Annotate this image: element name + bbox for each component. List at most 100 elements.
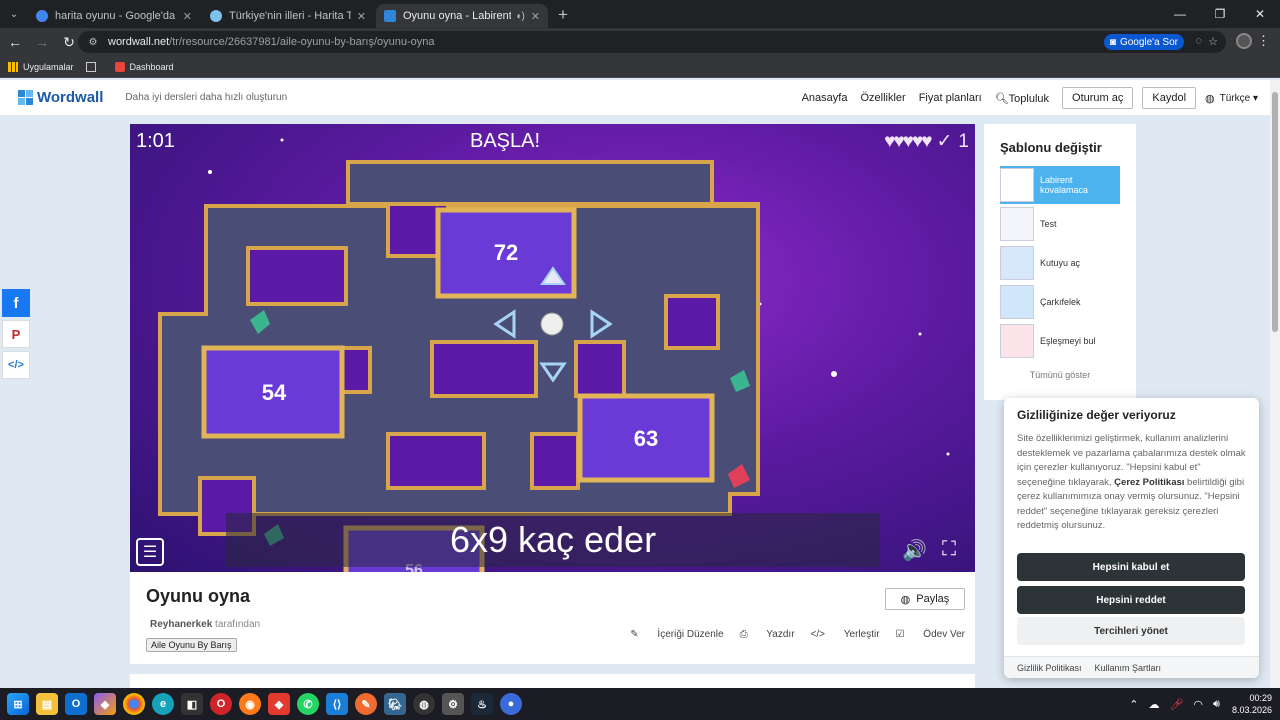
windows-taskbar: ⊞ ▤ O ◆ e ◧ O ◉ ◆ ✆ ⟨⟩ ✎ 🐘︎ ◍ ⚙ ♨ ● ⌃ ☁ …: [0, 688, 1280, 720]
print-button[interactable]: ⎙ Yazdır: [740, 629, 795, 640]
nav-home[interactable]: Anasayfa: [802, 92, 848, 104]
close-tab-icon[interactable]: ✕: [531, 10, 540, 23]
audio-playing-icon[interactable]: ◖): [515, 11, 524, 22]
address-bar[interactable]: ⚙ wordwall.net/tr/resource/26637981/aile…: [78, 31, 1226, 53]
firefox-icon[interactable]: ◉: [239, 693, 261, 715]
manage-preferences-button[interactable]: Tercihleri yönet: [1017, 617, 1245, 645]
page-title: Oyunu oyna: [146, 586, 251, 606]
forward-icon[interactable]: →: [30, 34, 54, 50]
template-maze-chase[interactable]: Labirent kovalamaca: [1000, 166, 1120, 204]
game-canvas[interactable]: 72 54 63 56 1:01 BAŞLA! ♥♥♥♥♥ ✓ 1 6x9 ka…: [130, 124, 975, 572]
privacy-policy-link[interactable]: Gizlilik Politikası: [1017, 663, 1082, 673]
start-icon[interactable]: ⊞: [7, 693, 29, 715]
nav-community[interactable]: 🔍︎Topluluk: [995, 92, 1049, 105]
extra-app-icon[interactable]: ●: [500, 693, 522, 715]
nav-features[interactable]: Özellikler: [860, 92, 905, 104]
settings-icon[interactable]: ⚙: [442, 693, 464, 715]
cookie-consent-dialog: Gizliliğinize değer veriyoruz Site özell…: [1004, 398, 1259, 678]
file-explorer-icon[interactable]: ▤: [36, 693, 58, 715]
eye-off-icon[interactable]: ◌: [1195, 35, 1202, 47]
signup-button[interactable]: Kaydol: [1142, 87, 1197, 109]
bookmark-grid[interactable]: [85, 61, 101, 72]
cookie-policy-link[interactable]: Çerez Politikası: [1114, 477, 1184, 488]
anydesk-icon[interactable]: ◆: [268, 693, 290, 715]
template-thumb: [1000, 207, 1034, 241]
volume-icon[interactable]: 🔊︎: [1213, 698, 1220, 711]
assign-button[interactable]: ☑ Ödev Ver: [896, 629, 965, 640]
copilot-icon[interactable]: ◆: [94, 693, 116, 715]
share-button[interactable]: ◍ Paylaş: [885, 588, 965, 610]
google-ask-button[interactable]: ◙ Google'a Sor: [1103, 34, 1184, 50]
answer-54: 54: [261, 380, 287, 405]
new-tab-button[interactable]: +: [558, 5, 568, 25]
postman-icon[interactable]: ✎: [355, 693, 377, 715]
github-icon[interactable]: ◍: [413, 693, 435, 715]
template-open-box[interactable]: Kutuyu aç: [1000, 244, 1120, 282]
wifi-icon[interactable]: ◠: [1193, 698, 1203, 711]
site-header: Wordwall Daha iyi dersleri daha hızlı ol…: [0, 80, 1270, 116]
dashboard-icon: [114, 61, 125, 72]
author-name[interactable]: Reyhanerkek: [150, 619, 212, 630]
site-info-icon[interactable]: ⚙: [86, 35, 100, 49]
steam-icon[interactable]: ♨: [471, 693, 493, 715]
edge-icon[interactable]: e: [152, 693, 174, 715]
minimize-icon[interactable]: —: [1160, 0, 1200, 28]
bookmark-apps[interactable]: Uygulamalar: [8, 61, 74, 72]
restore-icon[interactable]: ❐: [1200, 0, 1240, 28]
scroll-thumb[interactable]: [1272, 92, 1278, 332]
vscode-icon[interactable]: ⟨⟩: [326, 693, 348, 715]
page-scrollbar[interactable]: [1270, 80, 1280, 688]
globe-icon: ◍: [900, 593, 911, 606]
fullscreen-icon[interactable]: ⛶: [942, 538, 956, 561]
close-tab-icon[interactable]: ✕: [357, 10, 366, 23]
office-icon[interactable]: ◧: [181, 693, 203, 715]
accept-all-button[interactable]: Hepsini kabul et: [1017, 553, 1245, 581]
menu-icon[interactable]: ☰: [136, 538, 164, 566]
template-quiz[interactable]: Test: [1000, 205, 1120, 243]
clock[interactable]: 00:29 8.03.2026: [1232, 692, 1272, 716]
mic-icon[interactable]: 🎤︎: [1169, 698, 1183, 711]
login-button[interactable]: Oturum aç: [1062, 87, 1134, 109]
chrome-icon[interactable]: [123, 693, 145, 715]
answer-63: 63: [633, 426, 659, 451]
onedrive-icon[interactable]: ☁: [1148, 698, 1159, 711]
whatsapp-icon[interactable]: ✆: [297, 693, 319, 715]
terms-link[interactable]: Kullanım Şartları: [1095, 663, 1162, 673]
browser-tab[interactable]: harita oyunu - Google'da Ara ✕: [28, 4, 200, 28]
postgres-icon[interactable]: 🐘︎: [384, 693, 406, 715]
back-icon[interactable]: ←: [3, 34, 27, 50]
system-tray: ⌃ ☁ 🎤︎ ◠ 🔊︎ 00:29 8.03.2026: [1119, 688, 1272, 720]
language-select[interactable]: Türkçe ▾: [1220, 93, 1258, 104]
template-wheel[interactable]: Çarkıfelek: [1000, 283, 1120, 321]
bookmark-star-icon[interactable]: ☆: [1208, 35, 1218, 48]
template-thumb: [1000, 324, 1034, 358]
wordwall-logo[interactable]: Wordwall: [18, 89, 103, 106]
search-icon: 🔍︎: [994, 92, 1009, 105]
activity-tag[interactable]: Aile Oyunu By Barış: [146, 638, 237, 652]
profile-avatar[interactable]: [1236, 33, 1252, 49]
opera-icon[interactable]: O: [210, 693, 232, 715]
bookmark-dashboard[interactable]: Dashboard: [114, 61, 174, 72]
browser-tab-active[interactable]: Oyunu oyna - Labirent kova... ◖) ✕: [376, 4, 548, 28]
tab-search-icon[interactable]: ⌄: [4, 4, 24, 24]
maze-svg: [158, 138, 950, 572]
close-window-icon[interactable]: ✕: [1240, 0, 1280, 28]
close-tab-icon[interactable]: ✕: [183, 10, 192, 23]
embed-share-button[interactable]: </>: [2, 351, 30, 379]
check-icon: ✓: [936, 131, 953, 152]
template-match[interactable]: Eşleşmeyi bul: [1000, 322, 1120, 360]
edit-content-button[interactable]: ✎ İçeriği Düzenle: [630, 629, 723, 640]
embed-button[interactable]: </> Yerleştir: [811, 629, 880, 640]
sound-icon[interactable]: 🔊: [902, 538, 927, 563]
show-all-link[interactable]: Tümünü göster: [984, 370, 1136, 380]
facebook-share-button[interactable]: f: [2, 289, 30, 317]
outlook-icon[interactable]: O: [65, 693, 87, 715]
lives-display: ♥♥♥♥♥ ✓ 1: [884, 130, 969, 153]
tray-overflow-icon[interactable]: ⌃: [1129, 698, 1138, 711]
pinterest-share-button[interactable]: P: [2, 320, 30, 348]
reject-all-button[interactable]: Hepsini reddet: [1017, 586, 1245, 614]
nav-pricing[interactable]: Fiyat planları: [919, 92, 982, 104]
menu-kebab-icon[interactable]: ⋮: [1257, 33, 1270, 49]
player-sprite: [540, 312, 564, 336]
browser-tab[interactable]: Türkiye'nin illeri - Harita Test Oy... ✕: [202, 4, 374, 28]
